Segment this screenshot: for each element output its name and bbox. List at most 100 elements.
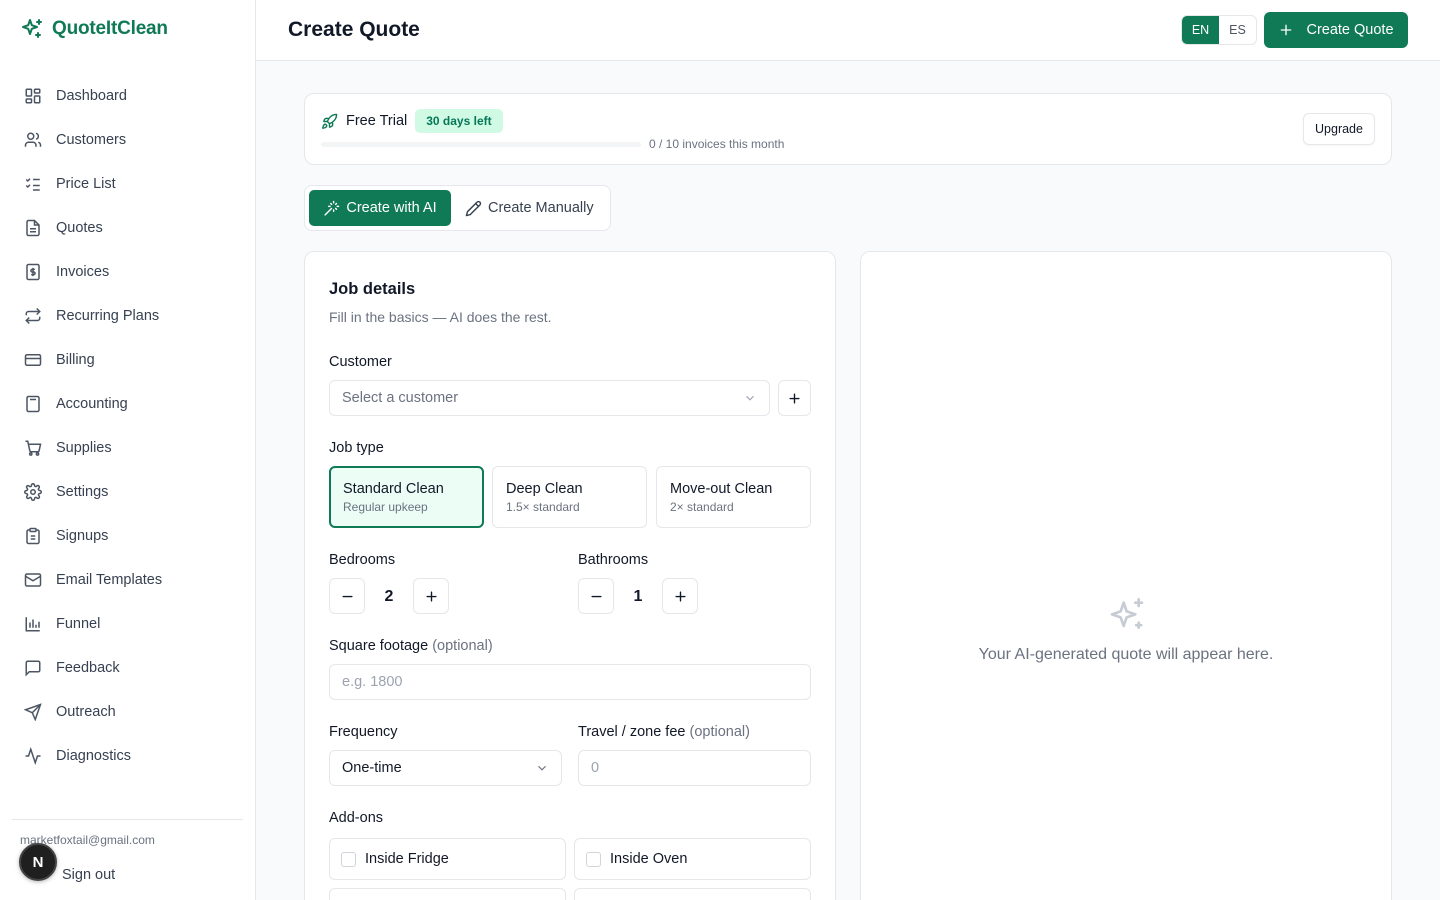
language-es-button[interactable]: ES <box>1219 16 1256 44</box>
sidebar-item-label: Quotes <box>56 220 103 236</box>
sidebar-item-diagnostics[interactable]: Diagnostics <box>12 734 244 778</box>
sidebar-item-label: Dashboard <box>56 88 127 104</box>
sidebar-item-label: Billing <box>56 352 95 368</box>
travel-fee-placeholder: 0 <box>591 760 600 776</box>
sidebar-item-billing[interactable]: Billing <box>12 338 244 382</box>
create-manually-button[interactable]: Create Manually <box>465 190 594 226</box>
addon-label: Inside Fridge <box>365 851 449 867</box>
language-en-button[interactable]: EN <box>1182 16 1219 44</box>
sidebar-item-outreach[interactable]: Outreach <box>12 690 244 734</box>
repeat-icon <box>24 307 42 325</box>
sidebar-item-label: Outreach <box>56 704 116 720</box>
sidebar-item-feedback[interactable]: Feedback <box>12 646 244 690</box>
calculator-icon <box>24 395 42 413</box>
activity-icon <box>24 747 42 765</box>
avatar[interactable]: N <box>19 843 57 881</box>
bedrooms-value: 2 <box>384 588 394 605</box>
create-manually-label: Create Manually <box>488 200 594 216</box>
customer-select[interactable]: Select a customer <box>329 380 770 416</box>
users-icon <box>24 131 42 149</box>
bathrooms-value: 1 <box>633 588 643 605</box>
bedrooms-increment-button[interactable] <box>413 578 449 614</box>
optional-hint: (optional) <box>432 638 493 654</box>
sidebar-item-label: Diagnostics <box>56 748 131 764</box>
job-type-move-out-clean[interactable]: Move-out Clean 2× standard <box>656 466 811 528</box>
cart-icon <box>24 439 42 457</box>
sidebar-item-supplies[interactable]: Supplies <box>12 426 244 470</box>
sidebar-item-invoices[interactable]: Invoices <box>12 250 244 294</box>
sidebar-item-signups[interactable]: Signups <box>12 514 244 558</box>
job-type-desc: 1.5× standard <box>506 500 580 514</box>
sidebar-item-label: Email Templates <box>56 572 163 588</box>
minus-icon <box>340 589 355 604</box>
sidebar-item-price-list[interactable]: Price List <box>12 162 244 206</box>
magic-wand-icon <box>323 200 340 217</box>
pencil-icon <box>465 200 482 217</box>
clipboard-icon <box>24 527 42 545</box>
invoice-usage-bar <box>321 142 641 147</box>
top-header: Create Quote EN ES Create Quote <box>256 0 1440 61</box>
bathrooms-decrement-button[interactable] <box>578 578 614 614</box>
square-footage-label: Square footage (optional) <box>329 638 493 654</box>
sidebar-item-label: Signups <box>56 528 109 544</box>
quote-preview-card: Your AI-generated quote will appear here… <box>860 251 1392 900</box>
frequency-value: One-time <box>342 760 402 776</box>
job-details-card: Job details Fill in the basics — AI does… <box>304 251 836 900</box>
free-trial-banner: Free Trial 30 days left 0 / 10 invoices … <box>304 93 1392 165</box>
sidebar-item-customers[interactable]: Customers <box>12 118 244 162</box>
days-left-badge: 30 days left <box>415 109 503 133</box>
job-type-standard-clean[interactable]: Standard Clean Regular upkeep <box>329 466 484 528</box>
checkbox[interactable] <box>341 851 356 867</box>
addons-label: Add-ons <box>329 810 384 826</box>
travel-fee-input[interactable]: 0 <box>578 750 811 786</box>
create-with-ai-label: Create with AI <box>346 200 437 216</box>
bathrooms-increment-button[interactable] <box>662 578 698 614</box>
sign-out-button[interactable]: Sign out <box>62 867 115 883</box>
job-type-deep-clean[interactable]: Deep Clean 1.5× standard <box>492 466 647 528</box>
square-footage-input[interactable]: e.g. 1800 <box>329 664 811 700</box>
job-type-desc: Regular upkeep <box>343 500 428 514</box>
upgrade-button[interactable]: Upgrade <box>1303 113 1375 145</box>
sidebar-item-recurring-plans[interactable]: Recurring Plans <box>12 294 244 338</box>
mail-icon <box>24 571 42 589</box>
sidebar-item-label: Supplies <box>56 440 112 456</box>
brand-logo[interactable]: QuoteItClean <box>20 17 168 41</box>
sidebar-item-email-templates[interactable]: Email Templates <box>12 558 244 602</box>
addon-label: Inside Oven <box>610 851 688 867</box>
sidebar-item-quotes[interactable]: Quotes <box>12 206 244 250</box>
sidebar-item-accounting[interactable]: Accounting <box>12 382 244 426</box>
addon-inside-fridge[interactable]: Inside Fridge <box>329 838 566 880</box>
chevron-down-icon <box>535 761 549 775</box>
credit-card-icon <box>24 351 42 369</box>
checkbox[interactable] <box>586 851 601 867</box>
travel-fee-label: Travel / zone fee (optional) <box>578 724 750 740</box>
sidebar-item-label: Feedback <box>56 660 120 676</box>
sidebar-item-dashboard[interactable]: Dashboard <box>12 74 244 118</box>
add-customer-button[interactable] <box>778 380 811 416</box>
job-type-label: Job type <box>329 440 384 456</box>
create-with-ai-button[interactable]: Create with AI <box>309 190 451 226</box>
message-icon <box>24 659 42 677</box>
sidebar-item-funnel[interactable]: Funnel <box>12 602 244 646</box>
job-type-name: Deep Clean <box>506 481 583 497</box>
customer-select-placeholder: Select a customer <box>342 390 459 406</box>
page-title: Create Quote <box>288 18 420 41</box>
plus-icon <box>787 391 802 406</box>
sparkles-icon <box>1107 596 1147 636</box>
addon-inside-oven[interactable]: Inside Oven <box>574 838 811 880</box>
bedrooms-decrement-button[interactable] <box>329 578 365 614</box>
sidebar-item-label: Funnel <box>56 616 101 632</box>
rocket-icon <box>321 113 338 130</box>
sidebar-item-settings[interactable]: Settings <box>12 470 244 514</box>
sidebar-item-label: Invoices <box>56 264 110 280</box>
frequency-select[interactable]: One-time <box>329 750 562 786</box>
addon-row-partial[interactable] <box>574 888 811 900</box>
addon-row-partial[interactable] <box>329 888 566 900</box>
plus-icon <box>1278 22 1294 38</box>
brand-name: QuoteItClean <box>52 18 168 39</box>
receipt-dollar-icon <box>24 263 42 281</box>
minus-icon <box>589 589 604 604</box>
create-quote-button[interactable]: Create Quote <box>1264 12 1408 48</box>
square-footage-label-text: Square footage <box>329 638 429 654</box>
bathrooms-label: Bathrooms <box>578 552 649 568</box>
